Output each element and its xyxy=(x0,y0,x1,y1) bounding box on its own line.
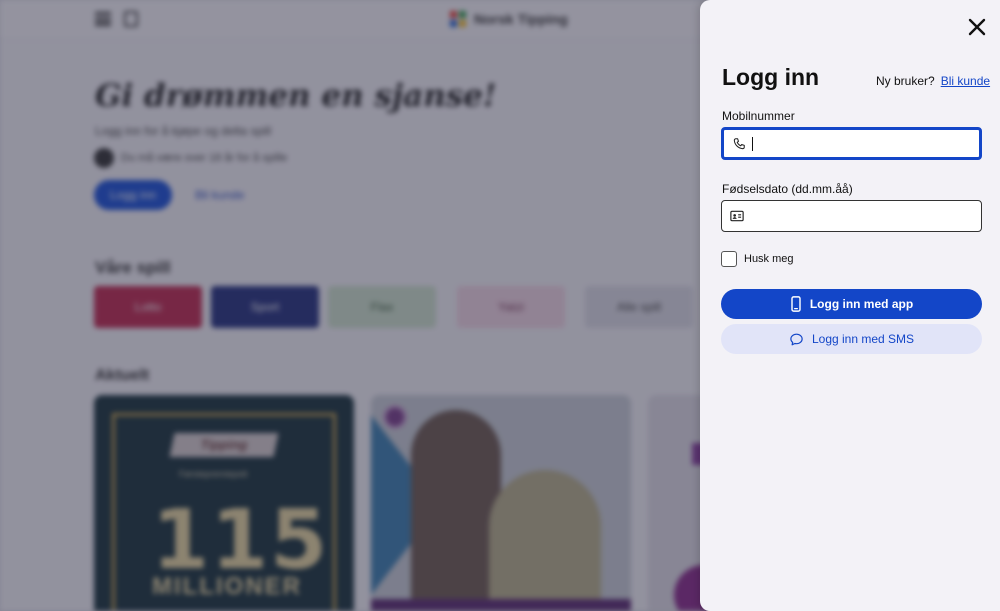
close-icon xyxy=(968,18,986,36)
phone-label: Mobilnummer xyxy=(722,109,795,123)
text-caret xyxy=(752,137,753,151)
login-with-sms-button[interactable]: Logg inn med SMS xyxy=(721,324,982,354)
become-customer-link[interactable]: Bli kunde xyxy=(941,74,990,88)
login-with-sms-label: Logg inn med SMS xyxy=(811,332,915,346)
chat-bubble-icon xyxy=(790,333,803,345)
phone-input[interactable] xyxy=(752,130,973,157)
phone-field[interactable] xyxy=(721,127,982,160)
remember-me-label: Husk meg xyxy=(744,253,794,265)
login-with-app-button[interactable]: Logg inn med app xyxy=(721,289,982,319)
dob-input[interactable] xyxy=(750,201,975,231)
remember-me-checkbox[interactable] xyxy=(721,251,737,267)
dob-label: Fødselsdato (dd.mm.åå) xyxy=(722,182,853,196)
close-button[interactable] xyxy=(965,15,989,39)
drawer-title: Logg inn xyxy=(722,64,820,90)
id-card-icon xyxy=(730,210,744,222)
dob-field[interactable] xyxy=(721,200,982,232)
mobile-phone-icon xyxy=(791,296,801,312)
new-user-prompt: Ny bruker? Bli kunde xyxy=(876,74,990,88)
login-with-app-label: Logg inn med app xyxy=(809,297,914,311)
phone-icon xyxy=(733,137,745,149)
new-user-text: Ny bruker? xyxy=(876,74,935,88)
